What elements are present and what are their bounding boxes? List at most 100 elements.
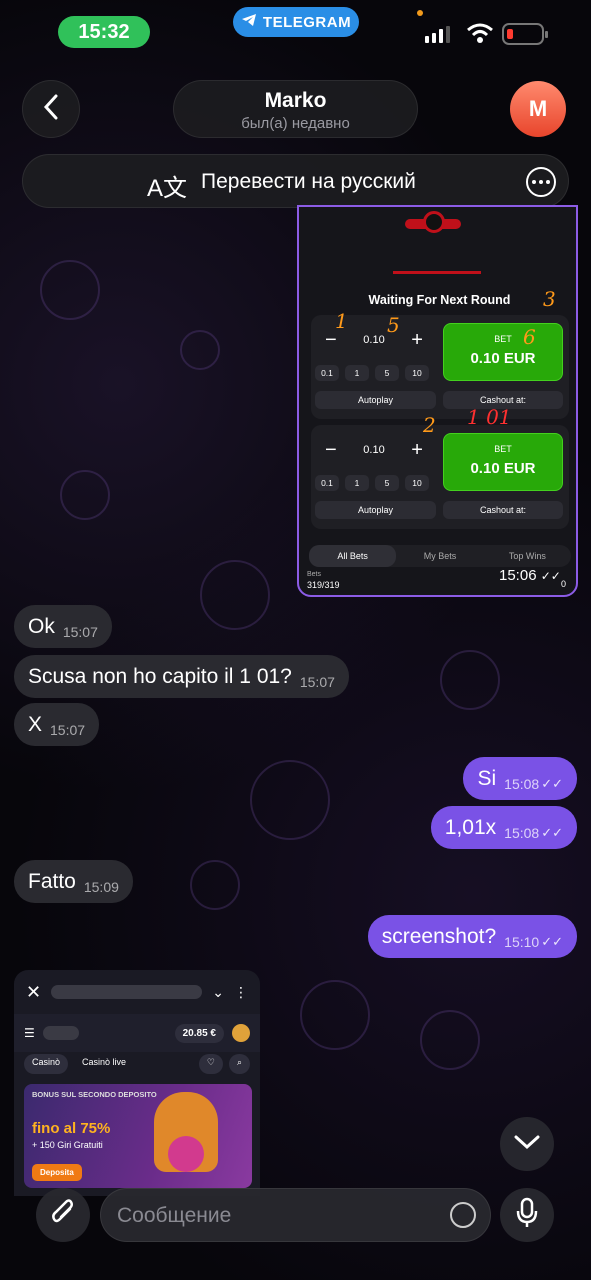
amount-stepper: − 0.10 +: [315, 433, 433, 467]
chevron-left-icon: [42, 94, 60, 125]
promo-spins: + 150 Giri Gratuiti: [32, 1140, 103, 1150]
round-status: Waiting For Next Round: [368, 293, 511, 307]
contact-status: был(а) недавно: [241, 115, 350, 132]
double-check-icon: ✓✓: [541, 824, 563, 840]
annotation-mark: 5: [387, 313, 400, 337]
close-icon: ✕: [26, 981, 42, 1002]
bets-label: Bets: [307, 571, 322, 578]
sticker-icon[interactable]: [450, 1202, 476, 1228]
tab-top-wins: Top Wins: [508, 551, 546, 561]
message-time: 15:07: [299, 673, 335, 690]
outgoing-message[interactable]: Si 15:08 ✓✓: [463, 757, 577, 800]
translate-icon: A文: [147, 175, 188, 202]
message-time: 15:07: [62, 623, 98, 640]
blurred-logo: [42, 1026, 79, 1040]
annotation-mark: 1 01: [467, 405, 512, 429]
incoming-message[interactable]: Fatto 15:09: [14, 860, 133, 903]
amount-value: 0.10: [363, 334, 385, 346]
promo-percent: fino al 75%: [32, 1120, 111, 1137]
message-placeholder: Сообщение: [117, 1204, 232, 1227]
incoming-message[interactable]: X 15:07: [14, 703, 100, 746]
bet-label: BET: [494, 444, 512, 454]
incoming-message[interactable]: Ok 15:07: [14, 605, 112, 648]
bets-tabs: All Bets My Bets Top Wins: [309, 545, 571, 567]
casino-tabs: Casinò Casinò live ♡ ⌕: [24, 1054, 250, 1074]
annotation-mark: 2: [423, 413, 436, 437]
paperclip-icon: [50, 1197, 76, 1234]
bet-button-graphic: BET 0.10 EUR: [443, 433, 563, 491]
quick-amount: 0.1: [315, 365, 339, 381]
quick-amount: 5: [375, 475, 399, 491]
outgoing-message[interactable]: screenshot? 15:10 ✓✓: [367, 915, 577, 958]
cashout-label: Cashout at:: [443, 501, 563, 519]
heart-icon: ♡: [198, 1054, 223, 1074]
double-check-icon: ✓✓: [540, 569, 561, 583]
bet-button-graphic: BET 0.10 EUR: [443, 323, 563, 381]
battery-icon: [502, 23, 548, 45]
game-screenshot-message[interactable]: Waiting For Next Round − 0.10 + 0.1 1 5 …: [297, 205, 578, 597]
time-text: 15:06: [499, 567, 537, 584]
quick-amount: 10: [405, 475, 429, 491]
annotation-mark: 1: [335, 309, 348, 333]
chat-title[interactable]: Marko был(а) недавно: [173, 80, 418, 138]
contact-avatar[interactable]: M: [510, 81, 566, 137]
contact-name: Marko: [264, 89, 327, 112]
outgoing-message[interactable]: 1,01x 15:08 ✓✓: [430, 806, 577, 849]
message-text: screenshot?: [381, 924, 497, 948]
annotation-mark: 6: [523, 325, 536, 349]
casino-topbar: ☰ 20.85 €: [14, 1014, 260, 1052]
tab-my-bets: My Bets: [423, 551, 457, 561]
tab-casino: Casinò: [24, 1054, 69, 1074]
search-icon: ⌕: [228, 1054, 250, 1074]
plus-icon: +: [411, 438, 423, 461]
message-time: 15:10: [504, 933, 540, 950]
bet-amount: 0.10 EUR: [470, 460, 536, 477]
minus-icon: −: [325, 438, 337, 461]
message-text: 1,01x: [444, 815, 497, 839]
more-options-icon[interactable]: [526, 167, 556, 197]
chevron-down-icon: ⌄: [212, 983, 224, 1000]
more-vertical-icon: ⋮: [234, 983, 248, 1000]
bet-amount: 0.10 EUR: [470, 350, 536, 367]
autoplay-label: Autoplay: [315, 501, 436, 519]
double-check-icon: ✓✓: [541, 775, 563, 791]
amount-value: 0.10: [363, 444, 385, 456]
translate-bar[interactable]: A文 Перевести на русский: [22, 154, 569, 208]
message-time: 15:07: [50, 721, 86, 738]
back-button[interactable]: [22, 80, 80, 138]
airplane-graphic: [387, 207, 481, 274]
microphone-icon: [516, 1197, 538, 1234]
double-check-icon: ✓✓: [541, 933, 563, 949]
telegram-plane-icon: [241, 13, 257, 31]
message-time: 15:06 ✓✓: [499, 567, 561, 584]
microphone-button[interactable]: [500, 1188, 554, 1242]
bets-info: Bets 319/319: [307, 569, 340, 591]
translate-label: Перевести на русский: [201, 170, 416, 193]
user-avatar-icon: [232, 1024, 250, 1042]
promo-title: BONUS SUL SECONDO DEPOSITO: [32, 1090, 157, 1099]
message-text: Fatto: [28, 869, 76, 893]
status-time: 15:32: [58, 16, 150, 48]
quick-amount: 1: [345, 475, 369, 491]
message-time: 15:08: [504, 775, 540, 792]
promo-banner: BONUS SUL SECONDO DEPOSITO fino al 75% +…: [24, 1084, 252, 1188]
quick-amount: 1: [345, 365, 369, 381]
bet-label: BET: [494, 334, 512, 344]
incoming-message[interactable]: Scusa non ho capito il 1 01? 15:07: [14, 655, 349, 698]
chevron-down-icon: [514, 1134, 540, 1155]
bets-count: 319/319: [307, 580, 340, 590]
right-value: 0: [561, 579, 567, 589]
wifi-icon: [466, 22, 494, 49]
scroll-down-button[interactable]: [500, 1117, 554, 1171]
quick-amount: 5: [375, 365, 399, 381]
tab-all-bets: All Bets: [309, 545, 397, 567]
message-input[interactable]: Сообщение: [100, 1188, 491, 1242]
menu-icon: ☰: [24, 1026, 35, 1040]
tab-casino-live: Casinò live: [82, 1057, 127, 1067]
telegram-badge[interactable]: TELEGRAM: [233, 7, 359, 37]
plus-icon: +: [411, 328, 423, 351]
annotation-mark: 3: [543, 287, 556, 311]
quick-amount: 0.1: [315, 475, 339, 491]
attach-button[interactable]: [36, 1188, 90, 1242]
casino-screenshot-message[interactable]: ✕ ⌄ ⋮ ☰ 20.85 € Casinò Casinò live ♡ ⌕ B…: [14, 970, 260, 1196]
